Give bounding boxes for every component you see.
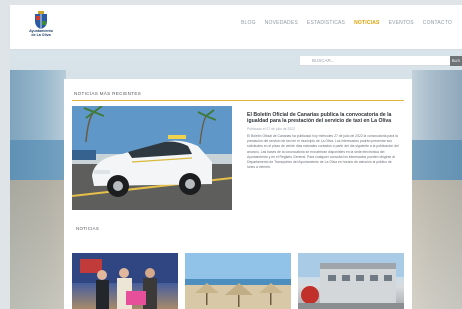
section-divider — [72, 100, 404, 101]
featured-news-date: Publicado el 27 de julio de 2022 — [247, 127, 296, 131]
coat-of-arms-icon — [35, 11, 47, 29]
news-thumbnail-2[interactable] — [185, 253, 291, 309]
site-header: Ayuntamiento de La Oliva BLOG NOVEDADES … — [10, 5, 462, 49]
nav-item-noticias[interactable]: NOTICIAS — [354, 20, 380, 26]
section-title-recent: NOTICIAS MÁS RECIENTES — [74, 91, 142, 96]
municipality-logo[interactable]: Ayuntamiento de La Oliva — [24, 11, 58, 47]
section-title-news: NOTICIAS — [76, 226, 100, 231]
nav-item-estadisticas[interactable]: ESTADÍSTICAS — [307, 20, 345, 26]
featured-news-body: El Boletín Oficial de Canarias ha public… — [247, 134, 399, 170]
nav-item-novedades[interactable]: NOVEDADES — [265, 20, 298, 26]
news-thumbnail-1[interactable] — [72, 253, 178, 309]
search-button[interactable]: BUS — [450, 56, 462, 66]
search-input[interactable]: BUSCAR... — [300, 56, 450, 66]
nav-item-eventos[interactable]: EVENTOS — [389, 20, 414, 26]
news-thumbnail-3[interactable] — [298, 253, 404, 309]
featured-news-image[interactable] — [72, 106, 232, 210]
main-nav: BLOG NOVEDADES ESTADÍSTICAS NOTICIAS EVE… — [241, 20, 452, 26]
featured-news-title[interactable]: El Boletín Oficial de Canarias publica l… — [247, 112, 397, 125]
beach-photo-left — [10, 70, 66, 309]
logo-text-line2: de La Oliva — [31, 33, 51, 37]
nav-item-blog[interactable]: BLOG — [241, 20, 256, 26]
beach-photo-right — [412, 70, 462, 309]
nav-item-contacto[interactable]: CONTACTO — [423, 20, 452, 26]
news-card: NOTICIAS MÁS RECIENTES El Boletín Oficia… — [64, 79, 412, 309]
